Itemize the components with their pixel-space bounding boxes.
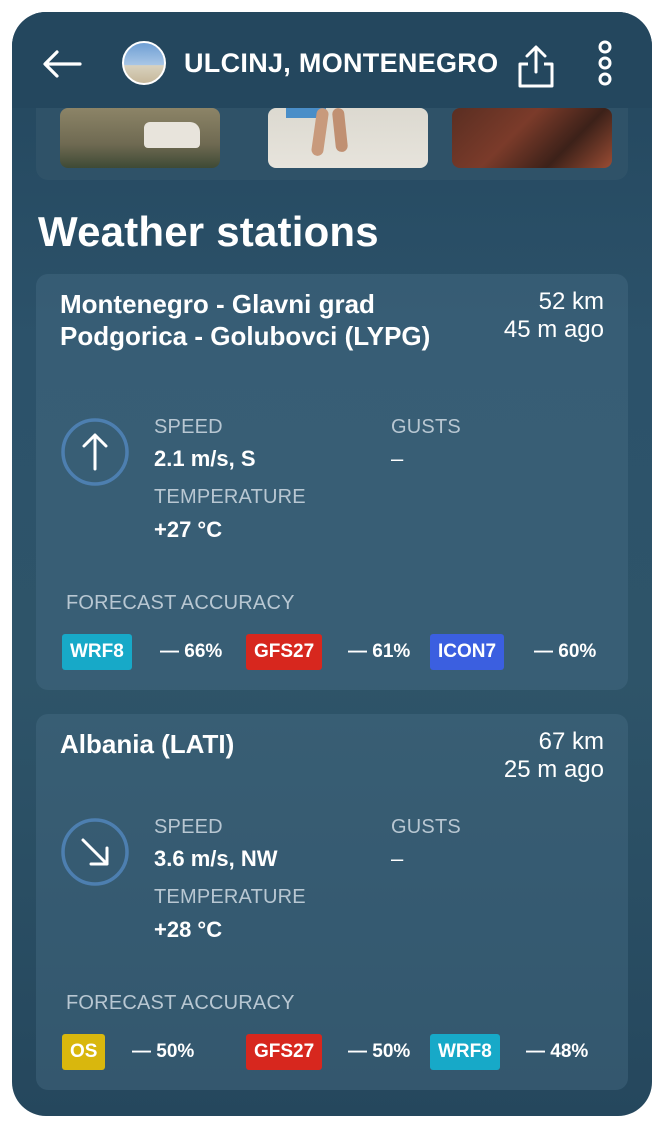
station-name: Albania (LATI) [60, 729, 235, 759]
gusts-label: GUSTS [391, 816, 461, 838]
share-icon [518, 45, 554, 88]
model-badge[interactable]: GFS27 [246, 1034, 323, 1070]
model-accuracy: — 50% [348, 1041, 411, 1062]
model-accuracy: — 66% [160, 641, 223, 662]
model-accuracy: — 61% [348, 641, 411, 662]
arrow-down-right-icon [61, 818, 129, 886]
station-name: Montenegro - Glavni grad Podgorica - Gol… [60, 289, 431, 351]
arrow-up-icon [61, 418, 129, 486]
forecast-accuracy-label: FORECAST ACCURACY [66, 992, 295, 1014]
model-badge[interactable]: GFS27 [246, 634, 323, 670]
station-meta: 52 km 45 m ago [504, 288, 604, 344]
top-bar: ULCINJ, MONTENEGRO [12, 12, 652, 108]
photo-thumbnail[interactable] [60, 108, 220, 168]
forecast-accuracy-label: FORECAST ACCURACY [66, 592, 295, 614]
location-avatar[interactable] [122, 41, 166, 85]
model-accuracy: — 60% [534, 641, 597, 662]
share-button[interactable] [514, 42, 558, 90]
model-accuracy: — 50% [132, 1041, 195, 1062]
model-badge[interactable]: WRF8 [430, 1034, 500, 1070]
speed-label: SPEED [154, 816, 223, 838]
photo-thumbnail[interactable] [452, 108, 612, 168]
arrow-left-icon [43, 50, 82, 78]
page-title: ULCINJ, MONTENEGRO [184, 48, 499, 78]
temperature-label: TEMPERATURE [154, 486, 306, 508]
photo-thumbnail[interactable] [268, 108, 428, 168]
speed-value: 3.6 m/s, NW [154, 846, 278, 871]
speed-label: SPEED [154, 416, 223, 438]
model-accuracy: — 48% [526, 1041, 589, 1062]
more-vertical-icon [598, 40, 612, 86]
app-screen: ULCINJ, MONTENEGRO Weather stations Mont… [12, 12, 652, 1116]
gusts-value: – [391, 846, 404, 871]
station-distance: 52 km [538, 288, 604, 315]
station-updated: 45 m ago [503, 316, 604, 343]
station-distance: 67 km [538, 728, 604, 755]
weather-station-card[interactable]: Montenegro - Glavni grad Podgorica - Gol… [36, 274, 628, 690]
temperature-value: +28 °C [154, 917, 223, 942]
model-badge[interactable]: ICON7 [430, 634, 505, 670]
model-badge[interactable]: WRF8 [62, 634, 132, 670]
back-button[interactable] [40, 42, 84, 86]
more-options-button[interactable] [590, 40, 620, 90]
speed-value: 2.1 m/s, S [154, 446, 256, 471]
station-updated: 25 m ago [503, 756, 604, 783]
gusts-value: – [391, 446, 404, 471]
section-title: Weather stations [38, 208, 379, 255]
weather-station-card[interactable]: Albania (LATI) 67 km 25 m ago SPEED 3.6 … [36, 714, 628, 1090]
gusts-label: GUSTS [391, 416, 461, 438]
station-meta: 67 km 25 m ago [504, 728, 604, 784]
temperature-value: +27 °C [154, 517, 223, 542]
model-badge[interactable]: OS [62, 1034, 106, 1070]
temperature-label: TEMPERATURE [154, 886, 306, 908]
